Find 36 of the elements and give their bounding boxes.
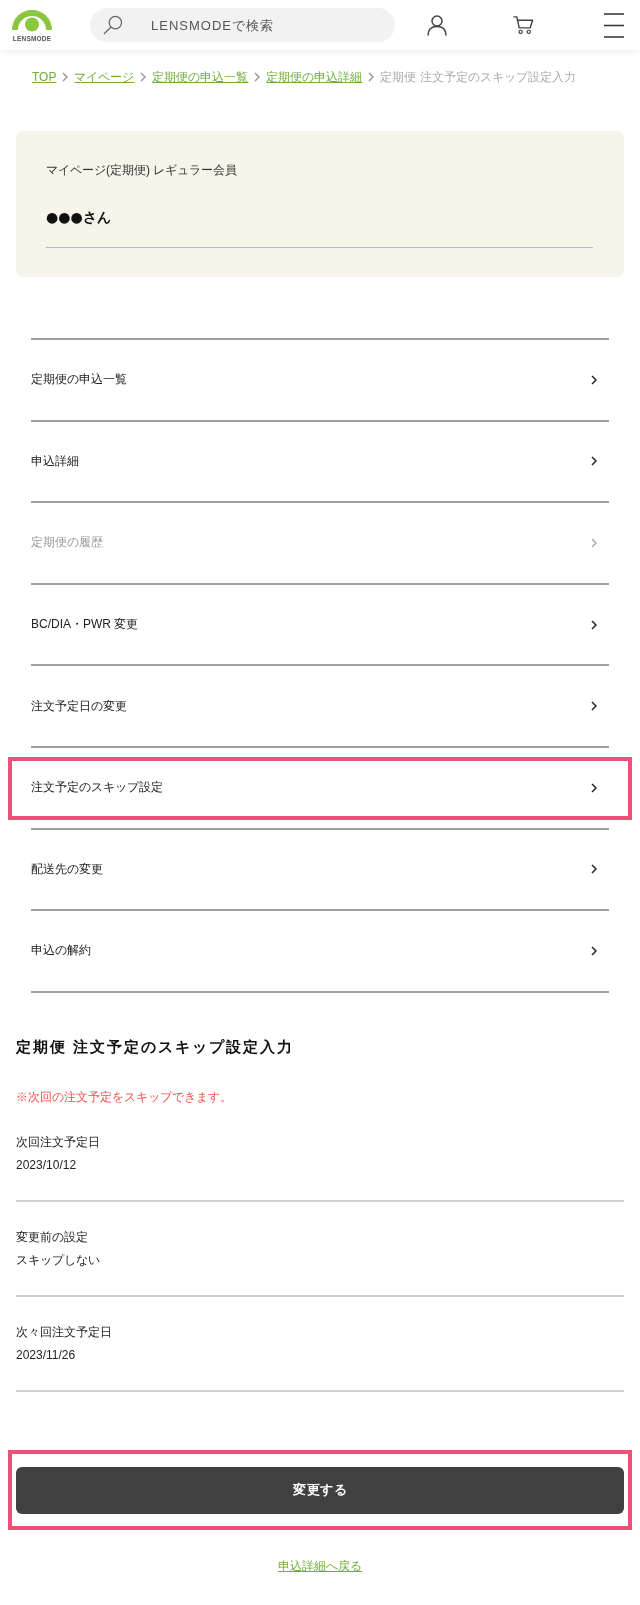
member-name: ●●●さん: [46, 208, 112, 227]
chevron-icon: [591, 456, 597, 467]
menu-item[interactable]: 申込の解約: [31, 911, 609, 991]
menu-item[interactable]: 注文予定日の変更: [31, 666, 609, 746]
chevron-icon: [254, 72, 261, 82]
menu-icon[interactable]: [604, 12, 624, 38]
chevron-icon: [368, 72, 375, 82]
member-plan-label: マイページ(定期便) レギュラー会員: [46, 162, 239, 178]
chevron-icon: [62, 72, 69, 82]
chevron-icon: [591, 374, 597, 385]
field-value: 2023/11/26: [16, 1346, 77, 1364]
menu-item[interactable]: 配送先の変更: [31, 829, 609, 910]
field-label: 次々回注文予定日: [16, 1323, 113, 1341]
menu-item[interactable]: 定期便の申込一覧: [31, 340, 609, 420]
chevron-icon: [591, 619, 597, 630]
chevron-icon: [591, 782, 597, 793]
field-label: 次回注文予定日: [16, 1133, 101, 1151]
field-value: スキップしない: [16, 1251, 101, 1269]
user-icon[interactable]: [427, 14, 447, 36]
menu-item[interactable]: 申込詳細: [31, 421, 609, 502]
search-icon: [103, 15, 123, 35]
cart-icon[interactable]: [513, 15, 534, 35]
chevron-icon: [591, 538, 597, 548]
notice-text: ※次回の注文予定をスキップできます。: [16, 1088, 233, 1106]
search-field[interactable]: LENSMODEで検索: [90, 8, 395, 42]
menu-item[interactable]: BC/DIA・PWR 変更: [31, 584, 609, 665]
chevron-icon: [591, 864, 597, 875]
field-value: 2023/10/12: [16, 1156, 78, 1174]
chevron-icon: [140, 72, 147, 82]
submit-button[interactable]: 変更する: [16, 1466, 624, 1514]
chevron-icon: [591, 701, 597, 712]
section-title: 定期便 注文予定のスキップ設定入力: [16, 1036, 296, 1057]
chevron-icon: [591, 945, 597, 956]
menu-item[interactable]: 注文予定のスキップ設定: [31, 747, 609, 828]
breadcrumb-current: 定期便 注文予定のスキップ設定入力: [380, 69, 576, 86]
field-label: 変更前の設定: [16, 1228, 89, 1246]
